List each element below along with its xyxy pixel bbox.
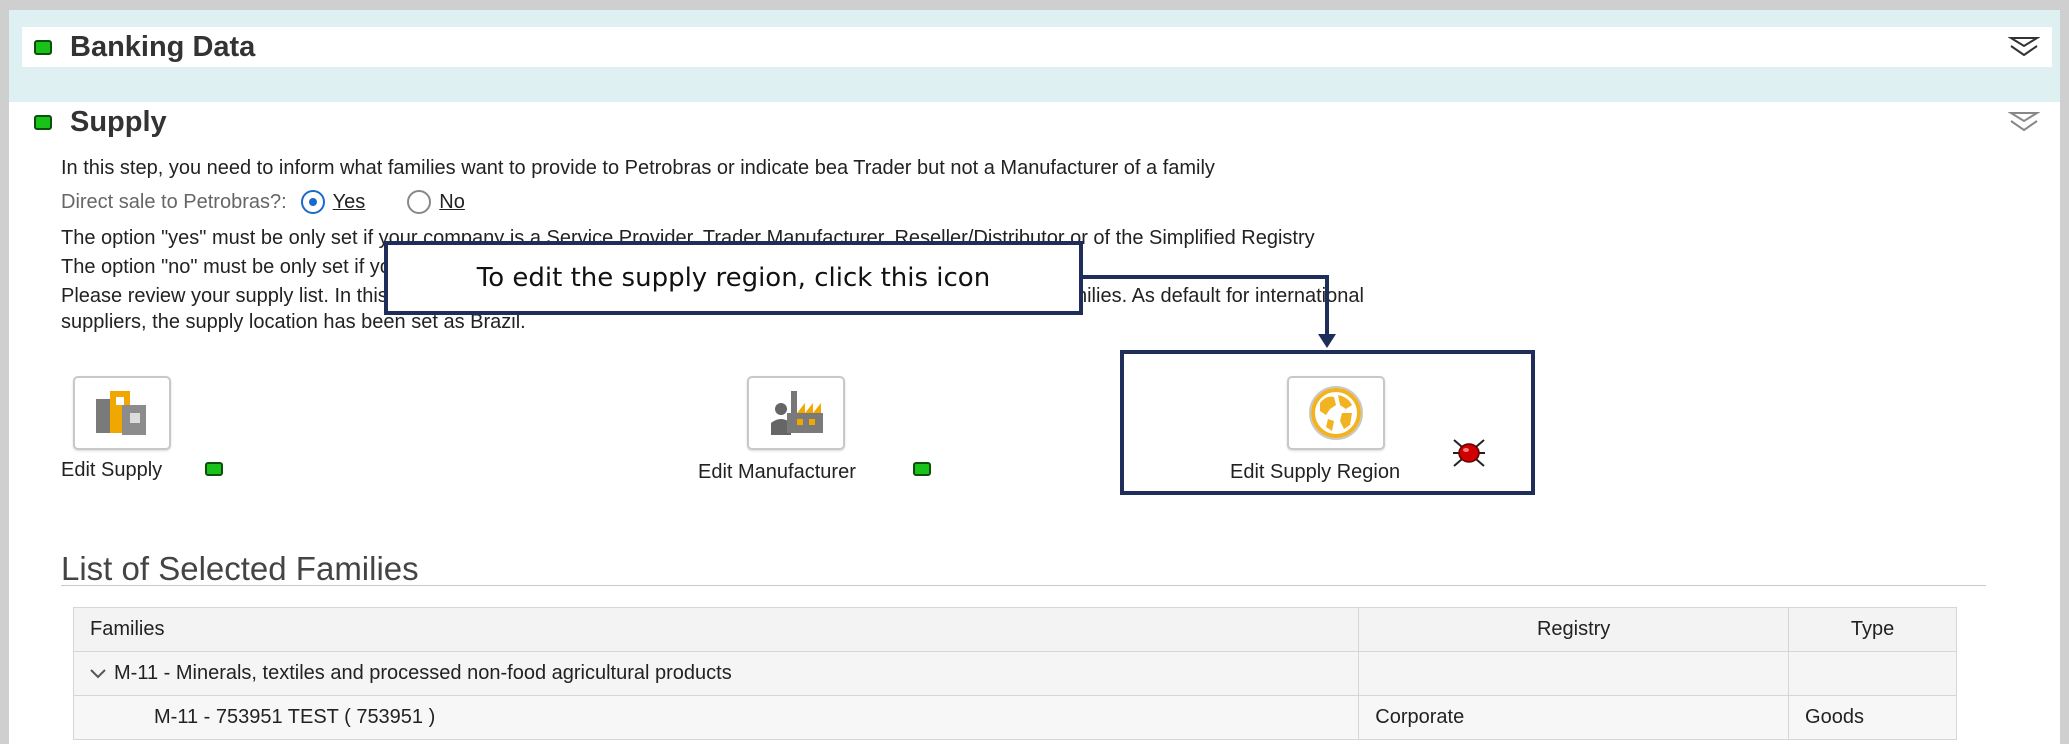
radio-no-label[interactable]: No	[439, 191, 465, 214]
collapse-chevrons-icon[interactable]	[2008, 110, 2040, 134]
radio-yes-label[interactable]: Yes	[333, 191, 366, 214]
group-registry-cell	[1358, 651, 1790, 696]
tutorial-callout: To edit the supply region, click this ic…	[384, 241, 1083, 315]
table-row[interactable]: M-11 - 753951 TEST ( 753951 ) Corporate …	[72, 695, 1957, 740]
supply-building-icon	[96, 391, 146, 435]
families-list-title: List of Selected Families	[61, 550, 419, 587]
families-list-divider	[61, 585, 1986, 586]
edit-supply-label[interactable]: Edit Supply	[61, 459, 162, 482]
column-header-families[interactable]: Families	[72, 607, 1360, 652]
banking-status-icon	[34, 39, 52, 55]
manufacturer-factory-icon	[771, 391, 823, 435]
supply-intro-text: In this step, you need to inform what fa…	[61, 157, 1215, 179]
supply-region-highlight	[1120, 350, 1535, 495]
edit-supply-status-icon	[205, 462, 223, 476]
families-table: Families Registry Type M-11 - Minerals, …	[72, 607, 1957, 740]
callout-arrow-line	[1083, 275, 1329, 279]
supply-status-icon	[34, 114, 52, 130]
column-header-registry[interactable]: Registry	[1358, 607, 1790, 652]
type-cell: Goods	[1788, 695, 1957, 740]
supply-title: Supply	[70, 105, 167, 138]
edit-manufacturer-label[interactable]: Edit Manufacturer	[698, 461, 856, 484]
family-cell: M-11 - 753951 TEST ( 753951 )	[72, 695, 1360, 740]
direct-sale-label: Direct sale to Petrobras?:	[61, 190, 287, 213]
registry-cell: Corporate	[1358, 695, 1790, 740]
supply-header[interactable]: Supply	[22, 102, 2052, 142]
group-cell[interactable]: M-11 - Minerals, textiles and processed …	[72, 651, 1360, 696]
chevron-down-icon[interactable]	[90, 662, 106, 685]
edit-manufacturer-status-icon	[913, 462, 931, 476]
callout-arrow-line-vertical	[1325, 275, 1329, 336]
table-header-row: Families Registry Type	[72, 607, 1957, 652]
direct-sale-row: Direct sale to Petrobras?: Yes No	[61, 190, 465, 214]
banking-data-title: Banking Data	[70, 30, 256, 63]
group-type-cell	[1788, 651, 1957, 696]
radio-yes[interactable]	[300, 190, 325, 214]
table-group-row[interactable]: M-11 - Minerals, textiles and processed …	[72, 651, 1957, 696]
group-label: M-11 - Minerals, textiles and processed …	[114, 662, 732, 684]
callout-arrow-head	[1318, 334, 1336, 348]
column-header-type[interactable]: Type	[1788, 607, 1957, 652]
collapse-chevrons-icon[interactable]	[2008, 35, 2040, 59]
edit-supply-button[interactable]	[73, 376, 171, 450]
banking-data-header[interactable]: Banking Data	[22, 27, 2052, 67]
radio-no[interactable]	[407, 190, 432, 214]
edit-manufacturer-button[interactable]	[747, 376, 845, 450]
